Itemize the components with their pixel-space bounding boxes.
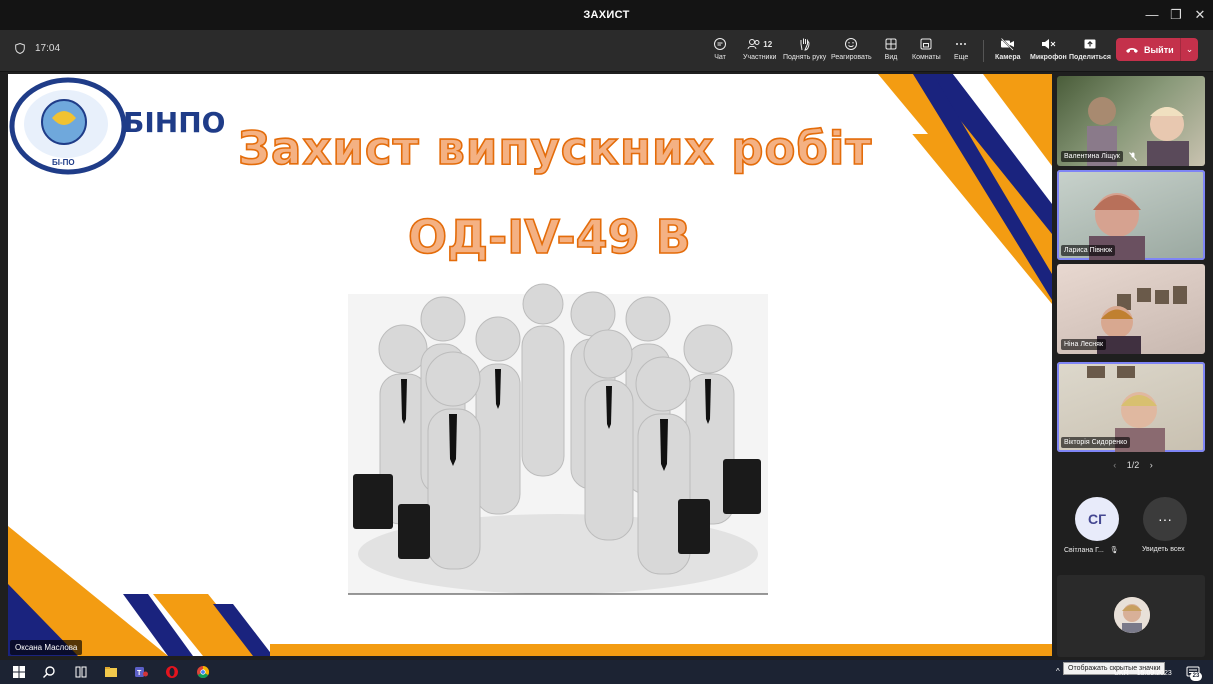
camera-button[interactable]: Камера: [995, 36, 1021, 61]
mic-off-icon: [1041, 39, 1056, 49]
logo-text: БІНПО: [123, 106, 226, 139]
chevron-up-icon[interactable]: ^: [1056, 667, 1060, 676]
date-text[interactable]: 15.09.2023: [1137, 670, 1172, 677]
chrome-icon[interactable]: [196, 665, 210, 679]
see-all-label[interactable]: Увидеть всех: [1142, 546, 1185, 553]
microphone-button[interactable]: Микрофон: [1030, 36, 1067, 61]
task-view-icon[interactable]: [74, 665, 88, 679]
layout-icon: [885, 38, 897, 50]
window-title: ЗАХИСТ: [583, 9, 630, 21]
logo-small-text: БІ-ПО: [52, 158, 75, 167]
close-icon[interactable]: ✕: [1187, 5, 1213, 25]
view-label: Вид: [884, 54, 898, 61]
share-icon: [1084, 39, 1096, 49]
shared-screen: БІНПО БІ-ПО Захист випускних робіт ОД-IV…: [8, 74, 1052, 656]
participant-name: Лариса Півнюк: [1061, 245, 1116, 256]
pager-label: 1/2: [1126, 460, 1140, 470]
more-button[interactable]: Еще: [954, 36, 968, 61]
share-button[interactable]: Поделиться: [1069, 36, 1111, 61]
react-button[interactable]: Реагировать: [831, 36, 872, 61]
participants-label: Участники: [743, 54, 777, 61]
raise-hand-button[interactable]: Поднять руку: [783, 36, 826, 61]
avatar-name: Світлана Г...: [1064, 547, 1104, 554]
shield-icon: [15, 43, 25, 54]
self-avatar-photo: [1114, 597, 1150, 633]
chat-label: Чат: [714, 54, 726, 61]
more-label: Еще: [954, 54, 969, 61]
participant-tile[interactable]: Вікторія Сидоренко: [1057, 362, 1205, 452]
leave-button[interactable]: Выйти ⌄: [1116, 38, 1198, 61]
meeting-toolbar: 17:04 Чат 12 Участники Поднять руку Реаг…: [0, 30, 1213, 72]
timer-text: 17:04: [35, 43, 61, 54]
rooms-label: Комнаты: [912, 54, 941, 61]
camera-off-icon: [1000, 37, 1015, 51]
avatar[interactable]: СГ: [1075, 497, 1119, 541]
participant-name: Валентина Ліщук: [1061, 151, 1123, 162]
svg-text:T: T: [137, 670, 142, 677]
react-label: Реагировать: [831, 54, 872, 61]
leave-label: Выйти: [1144, 44, 1174, 55]
tray-lang-date: UKR 15.09.2023: [1114, 670, 1172, 677]
slide-title: Захист випускних робіт: [237, 121, 873, 176]
opera-icon[interactable]: [165, 665, 179, 679]
chevron-down-icon[interactable]: ⌄: [1181, 44, 1198, 55]
meeting-timer: 17:04: [15, 43, 60, 54]
file-explorer-icon[interactable]: [104, 665, 118, 679]
title-bar: ЗАХИСТ — ❐ ✕: [0, 0, 1213, 30]
microphone-label: Микрофон: [1030, 54, 1067, 61]
camera-label: Камера: [995, 54, 1021, 61]
chat-button[interactable]: Чат: [713, 36, 727, 61]
self-avatar: [1114, 597, 1150, 633]
presenter-name-tag: Оксана Маслова: [10, 640, 83, 655]
raise-hand-label: Поднять руку: [783, 54, 827, 61]
participants-button[interactable]: 12 Участники: [743, 36, 776, 61]
participant-name: Ніна Лесняк: [1061, 339, 1107, 350]
participant-name: Вікторія Сидоренко: [1061, 437, 1131, 448]
windows-start-icon[interactable]: [12, 665, 26, 679]
chat-icon: [714, 38, 726, 50]
teams-icon[interactable]: T: [134, 665, 148, 679]
language-indicator[interactable]: UKR: [1114, 670, 1129, 677]
windows-taskbar: T ^ 23: [0, 660, 1213, 684]
search-icon[interactable]: [42, 665, 56, 679]
maximize-icon[interactable]: ❐: [1163, 5, 1189, 25]
phone-hangup-icon: [1126, 47, 1138, 53]
see-all-icon[interactable]: ···: [1143, 497, 1187, 541]
more-icon: [956, 43, 967, 45]
slide-subtitle: ОД-IV-49 В: [407, 209, 691, 265]
self-view: [1057, 575, 1205, 657]
toolbar-divider: [983, 40, 984, 62]
hand-icon: [800, 38, 810, 51]
mic-muted-icon: [1129, 152, 1137, 161]
rooms-icon: [920, 38, 932, 50]
smile-icon: [845, 38, 858, 50]
notification-badge: 23: [1190, 672, 1202, 681]
chevron-right-icon[interactable]: ›: [1150, 460, 1153, 470]
share-label: Поделиться: [1069, 54, 1112, 61]
participant-tile[interactable]: Ніна Лесняк: [1057, 264, 1205, 354]
rooms-button[interactable]: Комнаты: [912, 36, 941, 61]
participants-count: 12: [763, 39, 773, 49]
view-button[interactable]: Вид: [884, 36, 898, 61]
participant-pager: ‹ 1/2 ›: [1053, 460, 1213, 470]
participant-tile[interactable]: Лариса Півнюк: [1057, 170, 1205, 260]
participant-tile[interactable]: Валентина Ліщук: [1057, 76, 1205, 166]
orange-band-bottom: [270, 644, 1052, 656]
minimize-icon[interactable]: —: [1139, 5, 1165, 25]
avatar-name-label: Світлана Г... 🎙: [1064, 546, 1119, 554]
participants-panel: Валентина Ліщук Лариса Півнюк Ніна Лесня…: [1053, 72, 1213, 660]
chevron-left-icon[interactable]: ‹: [1113, 460, 1116, 470]
people-icon: [747, 39, 760, 50]
mic-muted-icon: 🎙: [1109, 547, 1119, 554]
